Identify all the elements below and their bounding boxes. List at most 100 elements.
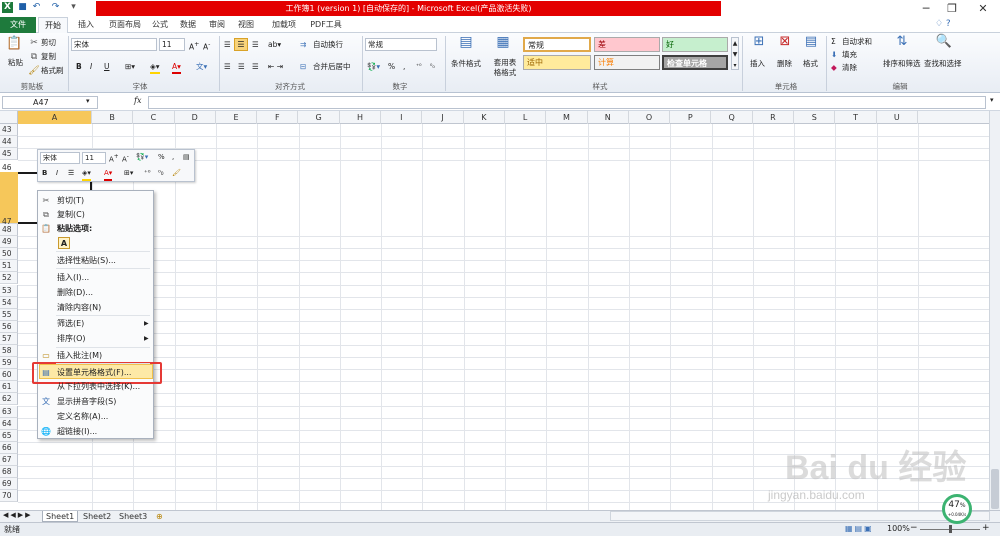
mini-border-icon[interactable]: ⊞▾	[124, 168, 133, 179]
row-header-63[interactable]: 63	[0, 405, 18, 418]
tab-review[interactable]: 审阅	[205, 17, 229, 33]
paste-icon[interactable]: 📋	[6, 37, 22, 54]
sheet-tab-1[interactable]: Sheet1	[42, 511, 79, 522]
menu-cut[interactable]: 剪切(T)	[57, 195, 84, 207]
find-select-icon[interactable]: 🔍	[935, 35, 953, 54]
name-box-dropdown-icon[interactable]: ▾	[86, 97, 90, 105]
row-header-60[interactable]: 60	[0, 369, 18, 382]
row-header-44[interactable]: 44	[0, 136, 18, 149]
tab-data[interactable]: 数据	[176, 17, 200, 33]
new-sheet-icon[interactable]: ⊕	[153, 511, 166, 522]
menu-copy[interactable]: 复制(C)	[57, 209, 85, 221]
shrink-font-icon[interactable]: A-	[203, 39, 210, 53]
row-header-45[interactable]: 45	[0, 148, 18, 161]
align-middle-icon[interactable]: ☰	[234, 38, 248, 51]
tab-addins[interactable]: 加载项	[268, 17, 300, 33]
sort-filter-icon[interactable]: ⇅	[893, 35, 911, 54]
grow-font-icon[interactable]: A+	[189, 39, 199, 53]
italic-button[interactable]: I	[90, 61, 92, 72]
table-format-icon[interactable]: ▦	[493, 35, 513, 54]
paste-keep-text-button[interactable]: A	[58, 237, 70, 249]
undo-icon[interactable]: ↶	[31, 2, 42, 13]
column-header-e[interactable]: E	[216, 111, 258, 124]
redo-icon[interactable]: ↷	[50, 2, 61, 13]
menu-define-name[interactable]: 定义名称(A)...	[57, 411, 108, 423]
row-header-69[interactable]: 69	[0, 478, 18, 491]
row-header-67[interactable]: 67	[0, 453, 18, 466]
conditional-format-button[interactable]: 条件格式	[451, 58, 481, 69]
comma-button[interactable]: ,	[403, 61, 405, 72]
menu-delete[interactable]: 删除(D)...	[57, 287, 93, 299]
insert-cells-button[interactable]: 插入	[750, 58, 765, 69]
menu-filter[interactable]: 筛选(E)	[57, 318, 84, 330]
row-header-56[interactable]: 56	[0, 320, 18, 333]
view-buttons-icon[interactable]: ▦▤▣	[845, 524, 874, 533]
style-neutral[interactable]: 适中	[523, 55, 591, 70]
cut-button[interactable]: 剪切	[41, 37, 56, 48]
menu-show-phonetic[interactable]: 显示拼音字段(S)	[57, 396, 116, 408]
column-header-a[interactable]: A	[18, 111, 92, 124]
column-header-h[interactable]: H	[340, 111, 382, 124]
wrap-text-button[interactable]: 自动换行	[313, 39, 343, 50]
save-icon[interactable]: ■	[17, 2, 28, 13]
mini-decimal-decrease-icon[interactable]: ⁰₀	[158, 168, 164, 179]
network-speed-widget[interactable]: 47% +0.04K/s	[942, 494, 972, 524]
sort-filter-button[interactable]: 排序和筛选	[883, 58, 921, 69]
column-header-u[interactable]: U	[877, 111, 918, 124]
delete-cells-button[interactable]: 删除	[777, 58, 792, 69]
border-icon[interactable]: ⊞▾	[125, 61, 135, 72]
paste-button[interactable]: 粘贴	[8, 57, 23, 68]
row-header-62[interactable]: 62	[0, 393, 18, 406]
row-header-43[interactable]: 43	[0, 124, 18, 137]
menu-paste-special[interactable]: 选择性粘贴(S)...	[57, 255, 116, 267]
mini-italic-icon[interactable]: I	[56, 168, 58, 179]
row-header-70[interactable]: 70	[0, 490, 18, 503]
wrap-icon[interactable]: ⇉	[300, 39, 306, 50]
insert-cells-icon[interactable]: ⊞	[750, 35, 768, 54]
menu-insert[interactable]: 插入(I)...	[57, 272, 89, 284]
minimize-icon[interactable]: ─	[914, 0, 938, 17]
tab-pdf[interactable]: PDF工具	[306, 17, 346, 33]
zoom-level[interactable]: 100%	[887, 524, 910, 533]
row-header-58[interactable]: 58	[0, 345, 18, 358]
delete-cells-icon[interactable]: ⊠	[776, 35, 794, 54]
column-header-o[interactable]: O	[629, 111, 671, 124]
column-header-n[interactable]: N	[588, 111, 629, 124]
align-right-icon[interactable]: ☰	[252, 61, 259, 72]
decimal-increase-icon[interactable]: ⁺⁰	[416, 61, 422, 72]
menu-clear-contents[interactable]: 清除内容(N)	[57, 302, 101, 314]
cut-icon[interactable]: ✂	[28, 37, 40, 49]
merge-center-button[interactable]: 合并后居中	[313, 61, 351, 72]
row-header-53[interactable]: 53	[0, 284, 18, 297]
autosum-icon[interactable]: Σ	[831, 36, 836, 47]
sheet-tab-3[interactable]: Sheet3	[116, 511, 150, 522]
row-header-59[interactable]: 59	[0, 357, 18, 370]
menu-pick-from-list[interactable]: 从下拉列表中选择(K)...	[57, 381, 140, 393]
phonetic-icon[interactable]: 文▾	[196, 61, 207, 72]
table-format-button[interactable]: 套用表格格式	[493, 58, 517, 78]
row-header-51[interactable]: 51	[0, 260, 18, 273]
tab-home[interactable]: 开始	[38, 17, 68, 34]
select-all-corner[interactable]	[0, 111, 18, 124]
format-cells-button[interactable]: 格式	[803, 58, 818, 69]
tab-formulas[interactable]: 公式	[148, 17, 172, 33]
format-cells-icon[interactable]: ▤	[802, 35, 820, 54]
mini-font-size[interactable]: 11	[82, 152, 106, 164]
scroll-thumb[interactable]	[991, 469, 999, 509]
sheet-tab-2[interactable]: Sheet2	[80, 511, 114, 522]
align-bottom-icon[interactable]: ☰	[252, 39, 259, 50]
insert-function-icon[interactable]: fx	[134, 96, 141, 105]
customize-icon[interactable]: ▾	[68, 2, 79, 13]
expand-formula-icon[interactable]: ▾	[990, 96, 994, 104]
style-check-cell[interactable]: 检查单元格	[662, 55, 728, 70]
format-painter-button[interactable]: 格式刷	[41, 65, 64, 76]
mini-font-name[interactable]: 宋体	[40, 152, 80, 164]
row-header-57[interactable]: 57	[0, 332, 18, 345]
column-header-i[interactable]: I	[381, 111, 423, 124]
styles-scroll-icon[interactable]: ▲ ▼ ▾	[731, 37, 739, 70]
align-left-icon[interactable]: ☰	[224, 61, 231, 72]
column-header-p[interactable]: P	[670, 111, 712, 124]
zoom-in-button[interactable]: +	[982, 523, 990, 533]
clear-icon[interactable]: ◆	[831, 62, 837, 73]
menu-insert-comment[interactable]: 插入批注(M)	[57, 350, 102, 362]
